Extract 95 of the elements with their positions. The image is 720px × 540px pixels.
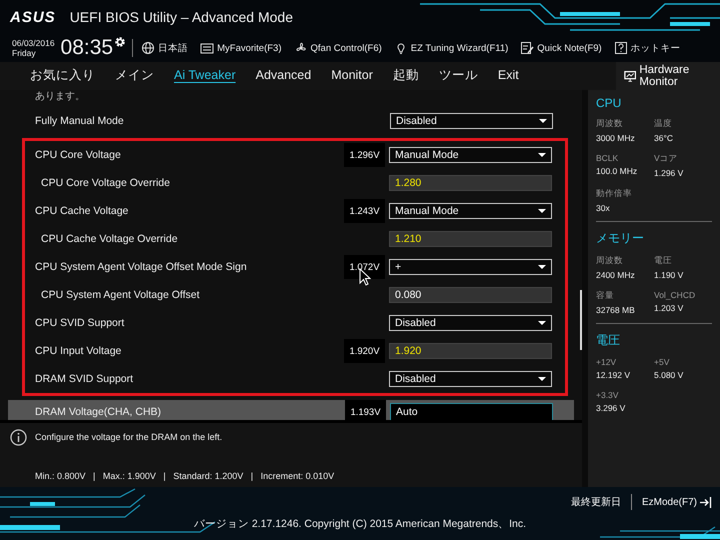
setting-label: CPU System Agent Voltage Offset — [40, 289, 201, 301]
input-field[interactable]: 1.210 — [389, 231, 552, 247]
menu-tab[interactable]: Monitor — [321, 63, 383, 89]
setting-label: CPU Core Voltage Override — [40, 177, 171, 189]
monitor-icon — [624, 70, 636, 82]
dropdown[interactable]: + — [389, 259, 552, 275]
menu-tab[interactable]: Ai Tweaker — [164, 63, 246, 89]
monitor-value: 36°C — [654, 133, 674, 143]
monitor-value: 2400 MHz — [596, 270, 636, 280]
input-field[interactable]: 1.280 — [389, 175, 552, 191]
setting-label: CPU Cache Voltage — [35, 205, 130, 217]
monitor-value: 1.190 V — [654, 270, 684, 280]
input-field[interactable]: Auto — [390, 403, 553, 421]
date: 06/03/2016 — [12, 38, 55, 48]
monitor-label: Vol_CHCD — [654, 290, 696, 300]
menu-tab[interactable]: Advanced — [246, 63, 322, 89]
settings-icon[interactable] — [114, 36, 126, 48]
caret-icon — [539, 118, 547, 124]
caret-icon — [538, 152, 546, 158]
setting-label: CPU Core Voltage — [35, 149, 122, 161]
dropdown[interactable]: Disabled — [389, 371, 552, 387]
voltage-reading: 1.072V — [344, 255, 385, 279]
setting-label: DRAM Voltage(CHA, CHB) — [35, 406, 162, 418]
monitor-label: 温度 — [654, 118, 673, 130]
section-title: CPU — [596, 96, 622, 110]
voltage-limits: Min.: 0.800V | Max.: 1.900V | Standard: 1.200V | Increment: 0.010V — [34, 471, 336, 481]
hotkey-icon — [614, 41, 628, 55]
setting-label: CPU SVID Support — [35, 317, 126, 329]
note-icon — [520, 41, 534, 55]
description-text: あります。 — [34, 91, 86, 104]
version-text: バージョン 2.17.1246. Copyright (C) 2015 American Megatrends、Inc. — [192, 517, 528, 531]
monitor-value: 5.080 V — [654, 370, 684, 380]
toolbar-button[interactable]: 日本語 — [141, 41, 188, 55]
language-icon — [141, 41, 156, 55]
monitor-label: Vコア — [654, 153, 679, 165]
menu-tab[interactable]: お気に入り — [20, 62, 105, 90]
toolbar-button[interactable]: EZ Tuning Wizard(F11) — [394, 41, 508, 55]
window-title: UEFI BIOS Utility – Advanced Mode — [70, 9, 294, 25]
ez-mode-button[interactable]: EzMode(F7) — [642, 496, 712, 508]
toolbar-button[interactable]: Quick Note(F9) — [520, 41, 602, 55]
logo: ASUS — [10, 8, 56, 26]
monitor-value: 3.296 V — [596, 403, 626, 413]
monitor-value: 12.192 V — [596, 370, 632, 380]
monitor-value: 30x — [596, 203, 611, 213]
monitor-label: 電圧 — [654, 255, 673, 267]
monitor-label: BCLK — [596, 153, 620, 163]
toolbar-button[interactable]: Qfan Control(F6) — [294, 41, 382, 55]
section-title: 電圧 — [596, 332, 621, 349]
monitor-label: 周波数 — [596, 255, 624, 267]
info-icon — [10, 429, 27, 446]
monitor-label: 周波数 — [596, 118, 624, 130]
exit-icon — [700, 496, 712, 508]
menu-tab[interactable]: メイン — [105, 62, 164, 90]
monitor-value: 100.0 MHz — [596, 166, 638, 176]
scrollbar[interactable] — [580, 290, 582, 350]
monitor-label: +12V — [596, 357, 618, 367]
dropdown[interactable]: Disabled — [389, 315, 552, 331]
help-text: Configure the voltage for the DRAM on the left. — [35, 432, 222, 442]
dropdown[interactable]: Manual Mode — [389, 203, 552, 219]
dropdown[interactable]: Disabled — [390, 113, 553, 129]
setting-label: CPU System Agent Voltage Offset Mode Sign — [35, 261, 248, 273]
setting-label: Fully Manual Mode — [35, 115, 125, 127]
last-modified-button[interactable]: 最終更新日 — [570, 495, 621, 509]
caret-icon — [538, 320, 546, 326]
setting-label: CPU Input Voltage — [35, 345, 122, 357]
monitor-value: 1.296 V — [654, 168, 684, 178]
monitor-value: 3000 MHz — [596, 133, 636, 143]
menu-tab[interactable]: ツール — [428, 62, 488, 90]
monitor-label: +3.3V — [596, 390, 620, 400]
monitor-value: 32768 MB — [596, 305, 636, 315]
clock: 08:35 — [60, 36, 114, 60]
setting-label: CPU Cache Voltage Override — [40, 233, 179, 245]
section-title: メモリー — [596, 230, 645, 247]
voltage-reading: 1.920V — [344, 339, 385, 363]
favorite-icon — [200, 41, 214, 55]
panel-title: Hardware Monitor — [639, 64, 690, 88]
input-field[interactable]: 0.080 — [389, 287, 552, 303]
voltage-reading: 1.243V — [344, 199, 385, 223]
monitor-label: 動作倍率 — [596, 188, 633, 200]
toolbar-button[interactable]: ホットキー — [614, 41, 681, 55]
dropdown[interactable]: Manual Mode — [389, 147, 552, 163]
weekday: Friday — [12, 48, 37, 58]
menu-tab[interactable]: Exit — [488, 63, 529, 89]
monitor-value: 1.203 V — [654, 303, 684, 313]
toolbar-button[interactable]: MyFavorite(F3) — [200, 41, 282, 55]
caret-icon — [538, 208, 546, 214]
voltage-reading: 1.296V — [344, 143, 385, 167]
caret-icon — [538, 376, 546, 382]
caret-icon — [538, 264, 546, 270]
monitor-label: 容量 — [596, 290, 615, 302]
input-field[interactable]: 1.920 — [389, 343, 552, 359]
menu-tab[interactable]: 起動 — [382, 62, 429, 90]
monitor-label: +5V — [654, 357, 670, 367]
cursor-icon — [359, 268, 371, 286]
setting-label: DRAM SVID Support — [35, 373, 134, 385]
